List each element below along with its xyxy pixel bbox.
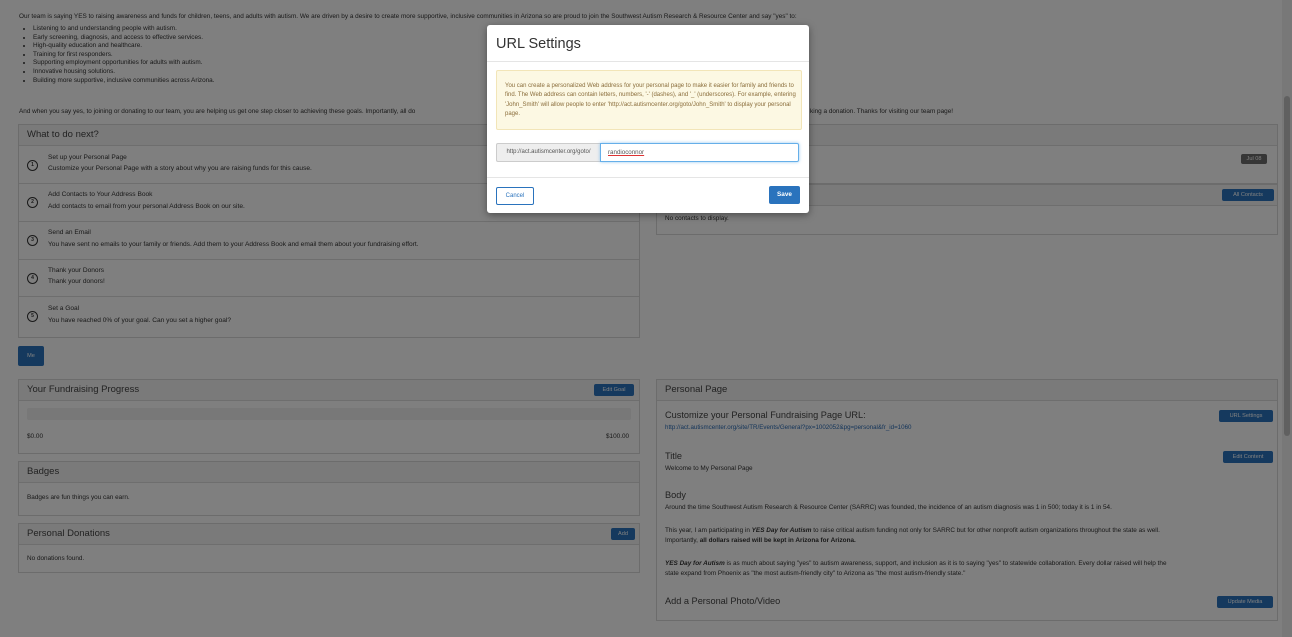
url-settings-modal: URL Settings You can create a personaliz… [487,25,809,213]
url-info-alert: You can create a personalized Web addres… [496,70,802,130]
modal-divider [487,177,809,178]
save-button[interactable]: Save [769,186,800,204]
modal-title: URL Settings [496,36,581,52]
modal-divider [487,61,809,62]
alert-text: You can create a personalized Web addres… [505,83,796,118]
custom-url-input[interactable]: randioconnor [600,143,799,162]
url-prefix-addon: http://act.autismcenter.org/goto/ [496,143,600,162]
cancel-button[interactable]: Cancel [496,187,534,205]
